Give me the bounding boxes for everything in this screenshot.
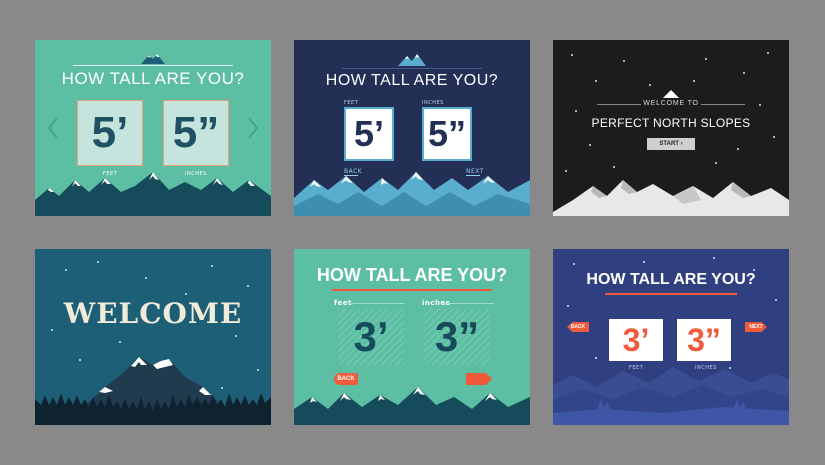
chevron-left-icon[interactable] [47, 116, 59, 140]
mountain-range-graphic [35, 172, 271, 216]
page-title: PERFECT NORTH SLOPES [591, 116, 751, 130]
screen-mint-height-5-5: HOW TALL ARE YOU? 5’ 5” FEET INCHES [35, 40, 271, 216]
feet-value-box[interactable]: 5’ [77, 100, 143, 166]
inches-value-box[interactable]: 3” [677, 319, 731, 361]
screen-indigo-height-3-3: HOW TALL ARE YOU? BACK NEXT 3’ 3” FEET I… [553, 249, 789, 425]
feet-value-box[interactable]: 3’ [609, 319, 663, 361]
mountain-logo-icon [663, 90, 679, 98]
inches-label: INCHES [695, 365, 717, 371]
inches-label-rule [444, 303, 494, 304]
mountain-logo-icon [398, 54, 426, 66]
screen-mint-height-3-3: HOW TALL ARE YOU? feet inches 3’ 3” BACK [294, 249, 530, 425]
start-button[interactable]: START › [647, 138, 695, 150]
inches-label: INCHES [185, 171, 207, 177]
title-divider [73, 65, 233, 66]
mountain-range-graphic [294, 172, 530, 216]
next-arrow-button[interactable] [466, 373, 492, 385]
inches-label: INCHES [422, 100, 444, 106]
inches-value-box[interactable]: 3” [424, 309, 490, 365]
mountain-forest-graphic [35, 357, 271, 425]
screen-navy-height-5-5: HOW TALL ARE YOU? FEET INCHES 5’ 5” BACK… [294, 40, 530, 216]
mountain-logo-icon [141, 54, 165, 64]
screen-teal-welcome: WELCOME [35, 249, 271, 425]
next-underline [466, 175, 480, 176]
title-divider [342, 68, 482, 69]
screen-black-welcome: WELCOME TO PERFECT NORTH SLOPES START › [553, 40, 789, 216]
chevron-right-icon[interactable] [247, 116, 259, 140]
page-title: HOW TALL ARE YOU? [316, 265, 508, 285]
feet-label: FEET [629, 365, 644, 371]
feet-label-rule [348, 303, 404, 304]
page-title: HOW TALL ARE YOU? [586, 271, 756, 288]
welcome-title: WELCOME [63, 297, 243, 330]
title-underline [332, 289, 492, 291]
page-title: HOW TALL ARE YOU? [61, 69, 245, 88]
feet-value-box[interactable]: 5’ [344, 107, 394, 161]
back-underline [344, 175, 358, 176]
page-title: HOW TALL ARE YOU? [325, 72, 499, 89]
back-link[interactable]: BACK [344, 168, 362, 175]
feet-value-box[interactable]: 3’ [338, 309, 404, 365]
inches-value-box[interactable]: 5” [422, 107, 472, 161]
feet-label: FEET [344, 100, 359, 106]
title-underline [605, 293, 737, 295]
inches-value-box[interactable]: 5” [163, 100, 229, 166]
feet-label: FEET [103, 171, 118, 177]
back-button[interactable]: BACK [334, 373, 358, 385]
welcome-subtitle: WELCOME TO [643, 100, 699, 107]
next-link[interactable]: NEXT [466, 168, 484, 175]
